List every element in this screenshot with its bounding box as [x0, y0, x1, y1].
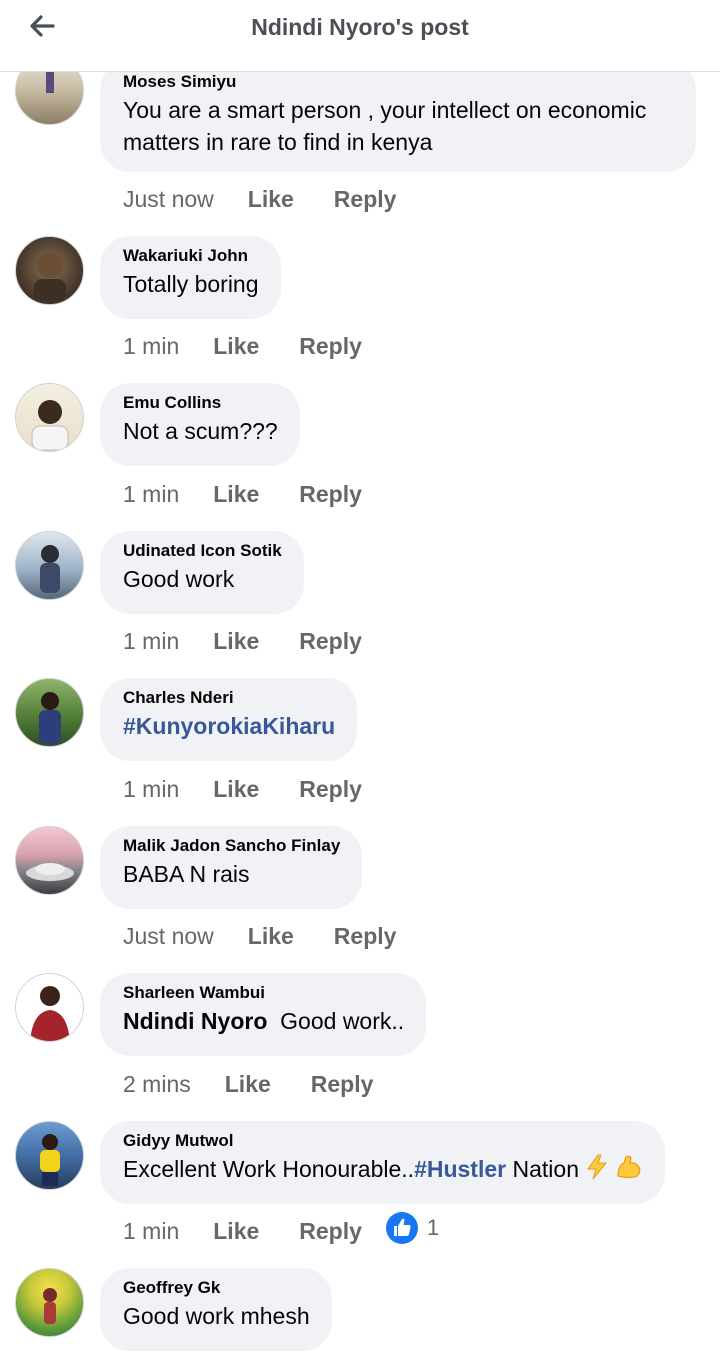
high-voltage-emoji — [585, 1154, 609, 1188]
comment-bubble[interactable]: Gidyy Mutwol Excellent Work Honourable..… — [100, 1121, 665, 1204]
like-reaction-icon — [385, 1212, 418, 1244]
comment-author[interactable]: Udinated Icon Sotik — [123, 541, 282, 561]
comment-time: 1 min — [123, 480, 180, 507]
comment-text: You are a smart person , your intellect … — [123, 97, 647, 155]
comment-text-part: Nation — [506, 1156, 579, 1182]
reply-button[interactable]: Reply — [334, 186, 397, 213]
comment-time: 2 mins — [123, 1070, 191, 1097]
comment-bubble[interactable]: Geoffrey Gk Good work mhesh — [100, 1268, 332, 1351]
reply-button[interactable]: Reply — [299, 1218, 362, 1245]
avatar[interactable] — [15, 678, 84, 747]
comment-author[interactable]: Wakariuki John — [123, 246, 259, 266]
comment-author[interactable]: Charles Nderi — [123, 688, 335, 708]
comment-actions: 1 min Like Reply 1 — [123, 1212, 439, 1246]
comment-text: Excellent Work Honourable..#Hustler Nati… — [123, 1153, 643, 1188]
comment-actions: 1 min Like Reply — [123, 626, 402, 656]
like-button[interactable]: Like — [213, 776, 259, 803]
avatar[interactable] — [15, 383, 84, 452]
reply-button[interactable]: Reply — [299, 481, 362, 508]
like-button[interactable]: Like — [213, 333, 259, 360]
avatar[interactable] — [15, 1268, 84, 1337]
comment-bubble[interactable]: Moses Simiyu You are a smart person , yo… — [100, 60, 696, 172]
avatar[interactable] — [15, 973, 84, 1042]
flexed-biceps-emoji — [615, 1154, 643, 1188]
hashtag-link[interactable]: #KunyorokiaKiharu — [123, 713, 335, 739]
comment-bubble[interactable]: Emu Collins Not a scum??? — [100, 383, 300, 466]
reply-button[interactable]: Reply — [299, 628, 362, 655]
comment-time: Just now — [123, 922, 214, 949]
reply-button[interactable]: Reply — [311, 1071, 374, 1098]
like-button[interactable]: Like — [213, 628, 259, 655]
comment-bubble[interactable]: Wakariuki John Totally boring — [100, 236, 281, 319]
like-button[interactable]: Like — [225, 1071, 271, 1098]
comment-text: Totally boring — [123, 271, 259, 297]
comment-actions: 1 min Like Reply — [123, 774, 402, 804]
hashtag-link[interactable]: #Hustler — [414, 1156, 506, 1182]
top-bar: Ndindi Nyoro's post — [0, 0, 720, 72]
avatar[interactable] — [15, 826, 84, 895]
comment-text: #KunyorokiaKiharu — [123, 710, 335, 742]
comment-text: BABA N rais — [123, 861, 250, 887]
reaction-count: 1 — [426, 1215, 440, 1240]
comment-author[interactable]: Moses Simiyu — [123, 72, 674, 92]
reaction-summary[interactable]: 1 — [385, 1211, 439, 1245]
comment-bubble[interactable]: Udinated Icon Sotik Good work — [100, 531, 304, 614]
page-title: Ndindi Nyoro's post — [251, 14, 469, 40]
avatar[interactable] — [15, 236, 84, 305]
comment-actions: Just now Like Reply — [123, 921, 436, 951]
comment-text-part: Good work.. — [280, 1008, 405, 1034]
comment-text: Good work mhesh — [123, 1303, 310, 1329]
comment-time: 1 min — [123, 332, 180, 359]
comment-actions: Just now Like Reply — [123, 184, 436, 214]
reply-button[interactable]: Reply — [299, 776, 362, 803]
comment-time: 1 min — [123, 1217, 180, 1244]
avatar[interactable] — [15, 1121, 84, 1190]
comment-bubble[interactable]: Malik Jadon Sancho Finlay BABA N rais — [100, 826, 363, 909]
like-button[interactable]: Like — [213, 1218, 259, 1245]
like-button[interactable]: Like — [248, 923, 294, 950]
comment-author[interactable]: Geoffrey Gk — [123, 1278, 310, 1298]
comment-author[interactable]: Malik Jadon Sancho Finlay — [123, 836, 340, 856]
comment-author[interactable]: Sharleen Wambui — [123, 983, 404, 1003]
comment-author[interactable]: Emu Collins — [123, 393, 278, 413]
comment-bubble[interactable]: Charles Nderi #KunyorokiaKiharu — [100, 678, 358, 761]
like-button[interactable]: Like — [248, 186, 294, 213]
comment-time: 1 min — [123, 775, 180, 802]
reply-button[interactable]: Reply — [334, 923, 397, 950]
comment-actions: 2 mins Like Reply — [123, 1069, 413, 1099]
comment-bubble[interactable]: Sharleen Wambui Ndindi Nyoro Good work.. — [100, 973, 427, 1056]
comment-text: Good work — [123, 566, 235, 592]
comment-time: 1 min — [123, 627, 180, 654]
like-button[interactable]: Like — [213, 481, 259, 508]
comment-text: Ndindi Nyoro Good work.. — [123, 1005, 404, 1037]
avatar[interactable] — [15, 531, 84, 600]
comment-author[interactable]: Gidyy Mutwol — [123, 1131, 643, 1151]
comment-time: Just now — [123, 185, 214, 212]
comment-text-part: Excellent Work Honourable.. — [123, 1156, 415, 1182]
comment-actions: 1 min Like Reply — [123, 479, 402, 509]
comment-actions: 1 min Like Reply — [123, 331, 402, 361]
comment-text: Not a scum??? — [123, 418, 278, 444]
mention-link[interactable]: Ndindi Nyoro — [123, 1008, 267, 1034]
reply-button[interactable]: Reply — [299, 333, 362, 360]
